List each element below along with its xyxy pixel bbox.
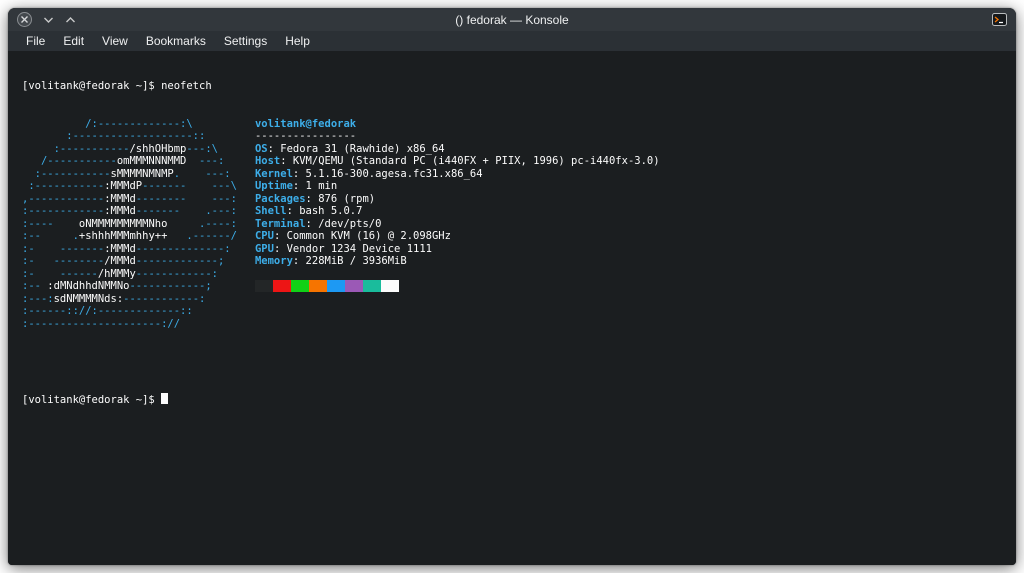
neofetch-info: volitank@fedorak ---------------- OS: Fedo…: [254, 117, 660, 293]
color-block: [362, 280, 381, 292]
color-block: [380, 280, 399, 292]
minimize-button[interactable]: [43, 16, 54, 24]
close-button[interactable]: [17, 12, 32, 27]
neofetch-info-row: Kernel: 5.1.16-300.agesa.fc31.x86_64: [254, 167, 483, 180]
neofetch-user-host: volitank@fedorak: [254, 117, 357, 130]
color-block: [308, 280, 327, 292]
neofetch-info-row: OS: Fedora 31 (Rawhide) x86_64: [254, 142, 445, 155]
neofetch-info-row: Terminal: /dev/pts/0: [254, 217, 382, 230]
neofetch-info-row: Host: KVM/QEMU (Standard PC (i440FX + PI…: [254, 155, 660, 167]
chevron-down-icon: [44, 17, 53, 23]
chevron-up-icon: [66, 16, 75, 22]
maximize-button[interactable]: [65, 16, 76, 24]
blank-line: [22, 355, 1016, 368]
prompt-text: [volitank@fedorak ~]$: [22, 393, 162, 406]
neofetch-info-row: CPU: Common KVM (16) @ 2.098GHz: [254, 230, 451, 242]
neofetch-info-row: GPU: Vendor 1234 Device 1111: [254, 242, 432, 255]
menu-item-file[interactable]: File: [17, 32, 54, 50]
konsole-window: () fedorak — Konsole File Edit View Book…: [8, 8, 1016, 565]
window-title: () fedorak — Konsole: [455, 12, 569, 27]
color-block: [290, 280, 309, 292]
neofetch-blank-line: [255, 268, 660, 281]
neofetch-info-row: Uptime: 1 min: [254, 180, 338, 192]
prompt-line-neofetch: [volitank@fedorak ~]$ neofetch: [22, 80, 212, 92]
terminal-cursor: [161, 392, 168, 404]
neofetch-info-row: Memory: 228MiB / 3936MiB: [254, 255, 407, 267]
terminal-color-blocks: [254, 280, 660, 293]
color-block: [326, 280, 345, 292]
menu-item-view[interactable]: View: [93, 32, 137, 50]
menu-item-settings[interactable]: Settings: [215, 32, 276, 50]
menu-item-help[interactable]: Help: [276, 32, 319, 50]
close-icon: [21, 16, 28, 23]
neofetch-info-row: Packages: 876 (rpm): [254, 192, 376, 205]
konsole-app-icon: [992, 12, 1007, 27]
color-block: [344, 280, 363, 292]
neofetch-output: /:-------------:\ :-------------------::…: [22, 118, 1016, 331]
neofetch-ascii-logo: /:-------------:\ :-------------------::…: [22, 117, 237, 330]
menu-item-edit[interactable]: Edit: [54, 32, 93, 50]
neofetch-info-row: Shell: bash 5.0.7: [254, 205, 363, 217]
neofetch-underline: ----------------: [254, 130, 357, 142]
terminal-area[interactable]: [volitank@fedorak ~]$ neofetch /:-------…: [8, 51, 1016, 565]
titlebar[interactable]: () fedorak — Konsole: [8, 8, 1016, 31]
color-block: [254, 280, 273, 292]
color-block: [272, 280, 291, 292]
menubar: File Edit View Bookmarks Settings Help: [8, 31, 1016, 51]
prompt-line-current: [volitank@fedorak ~]$: [22, 392, 1016, 406]
menu-item-bookmarks[interactable]: Bookmarks: [137, 32, 215, 50]
